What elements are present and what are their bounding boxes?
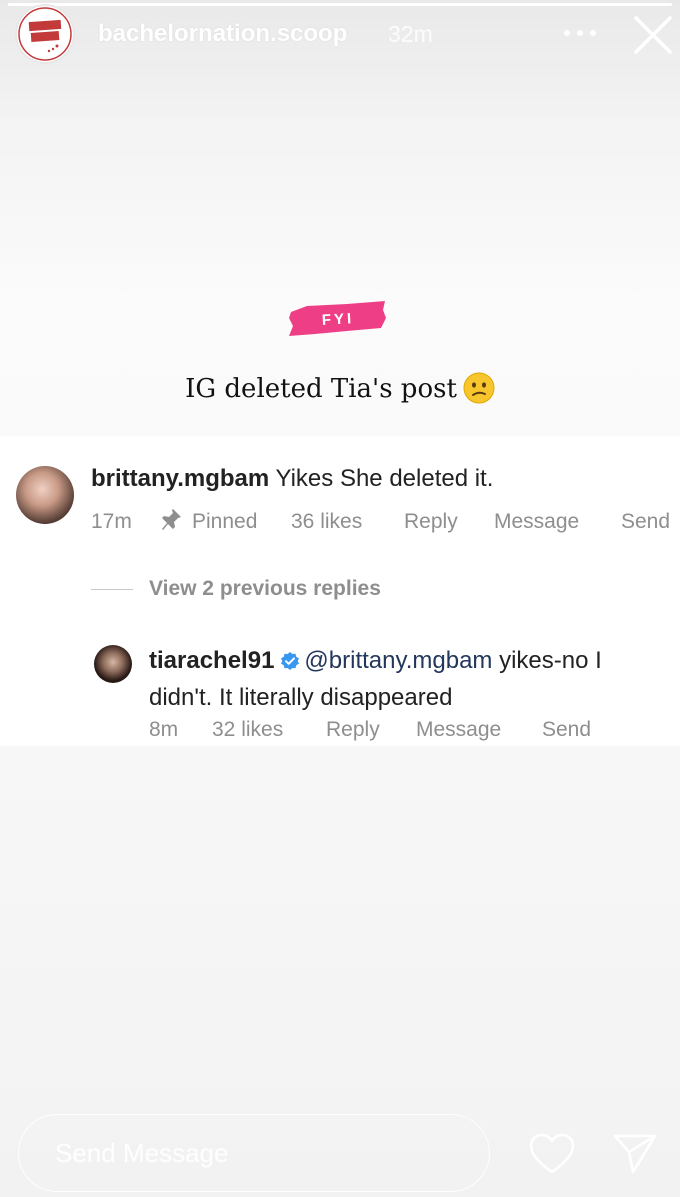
reply-likes[interactable]: 32 likes (212, 718, 283, 742)
story-caption: IG deleted Tia's post (0, 372, 680, 411)
comment-likes[interactable]: 36 likes (291, 510, 362, 534)
pin-icon (160, 508, 182, 532)
comment-text: brittany.mgbam Yikes She deleted it. (91, 465, 493, 493)
like-story-button[interactable] (528, 1132, 576, 1176)
fyi-sticker: FYI (287, 298, 389, 340)
story-timestamp: 32m (388, 21, 433, 47)
story-header: bachelornation.scoop 32m (0, 0, 680, 72)
reply-text: tiarachel91 @brittany.mgbam yikes-no I di… (149, 644, 669, 715)
comment-message-button[interactable]: Message (494, 510, 579, 534)
fyi-label: FYI (321, 309, 355, 329)
commenter-username[interactable]: brittany.mgbam (91, 465, 269, 492)
comment-send-button[interactable]: Send (621, 510, 670, 534)
confused-face-emoji-icon (463, 372, 495, 411)
view-previous-replies[interactable]: View 2 previous replies (149, 577, 381, 601)
caption-text: IG deleted Tia's post (185, 374, 457, 404)
reply-username[interactable]: tiarachel91 (149, 647, 274, 674)
heart-icon (529, 1133, 575, 1174)
verified-badge-icon (280, 647, 300, 681)
close-button[interactable] (628, 14, 678, 58)
bachelor-nation-logo (18, 7, 72, 61)
close-icon (634, 16, 672, 54)
commenter-avatar[interactable] (16, 466, 74, 524)
reply-time: 8m (149, 718, 179, 741)
send-message-input[interactable] (18, 1114, 490, 1192)
comment-reply-button[interactable]: Reply (404, 510, 458, 534)
reply-mention-link[interactable]: @brittany.mgbam (304, 647, 492, 674)
comment-time: 17m (91, 510, 132, 533)
pinned-label: Pinned (192, 510, 258, 533)
reply-message-button[interactable]: Message (416, 718, 501, 742)
story-account-name[interactable]: bachelornation.scoop (98, 20, 347, 48)
reply-send-button[interactable]: Send (542, 718, 591, 742)
more-dots-icon (564, 30, 596, 36)
comment-body: Yikes She deleted it. (269, 465, 494, 492)
share-story-button[interactable] (612, 1132, 658, 1176)
reply-avatar[interactable] (94, 645, 132, 683)
account-avatar[interactable] (17, 6, 73, 62)
more-options-button[interactable] (558, 18, 602, 48)
reply-reply-button[interactable]: Reply (326, 718, 380, 742)
replies-divider (91, 589, 133, 590)
paper-plane-icon (613, 1134, 657, 1174)
